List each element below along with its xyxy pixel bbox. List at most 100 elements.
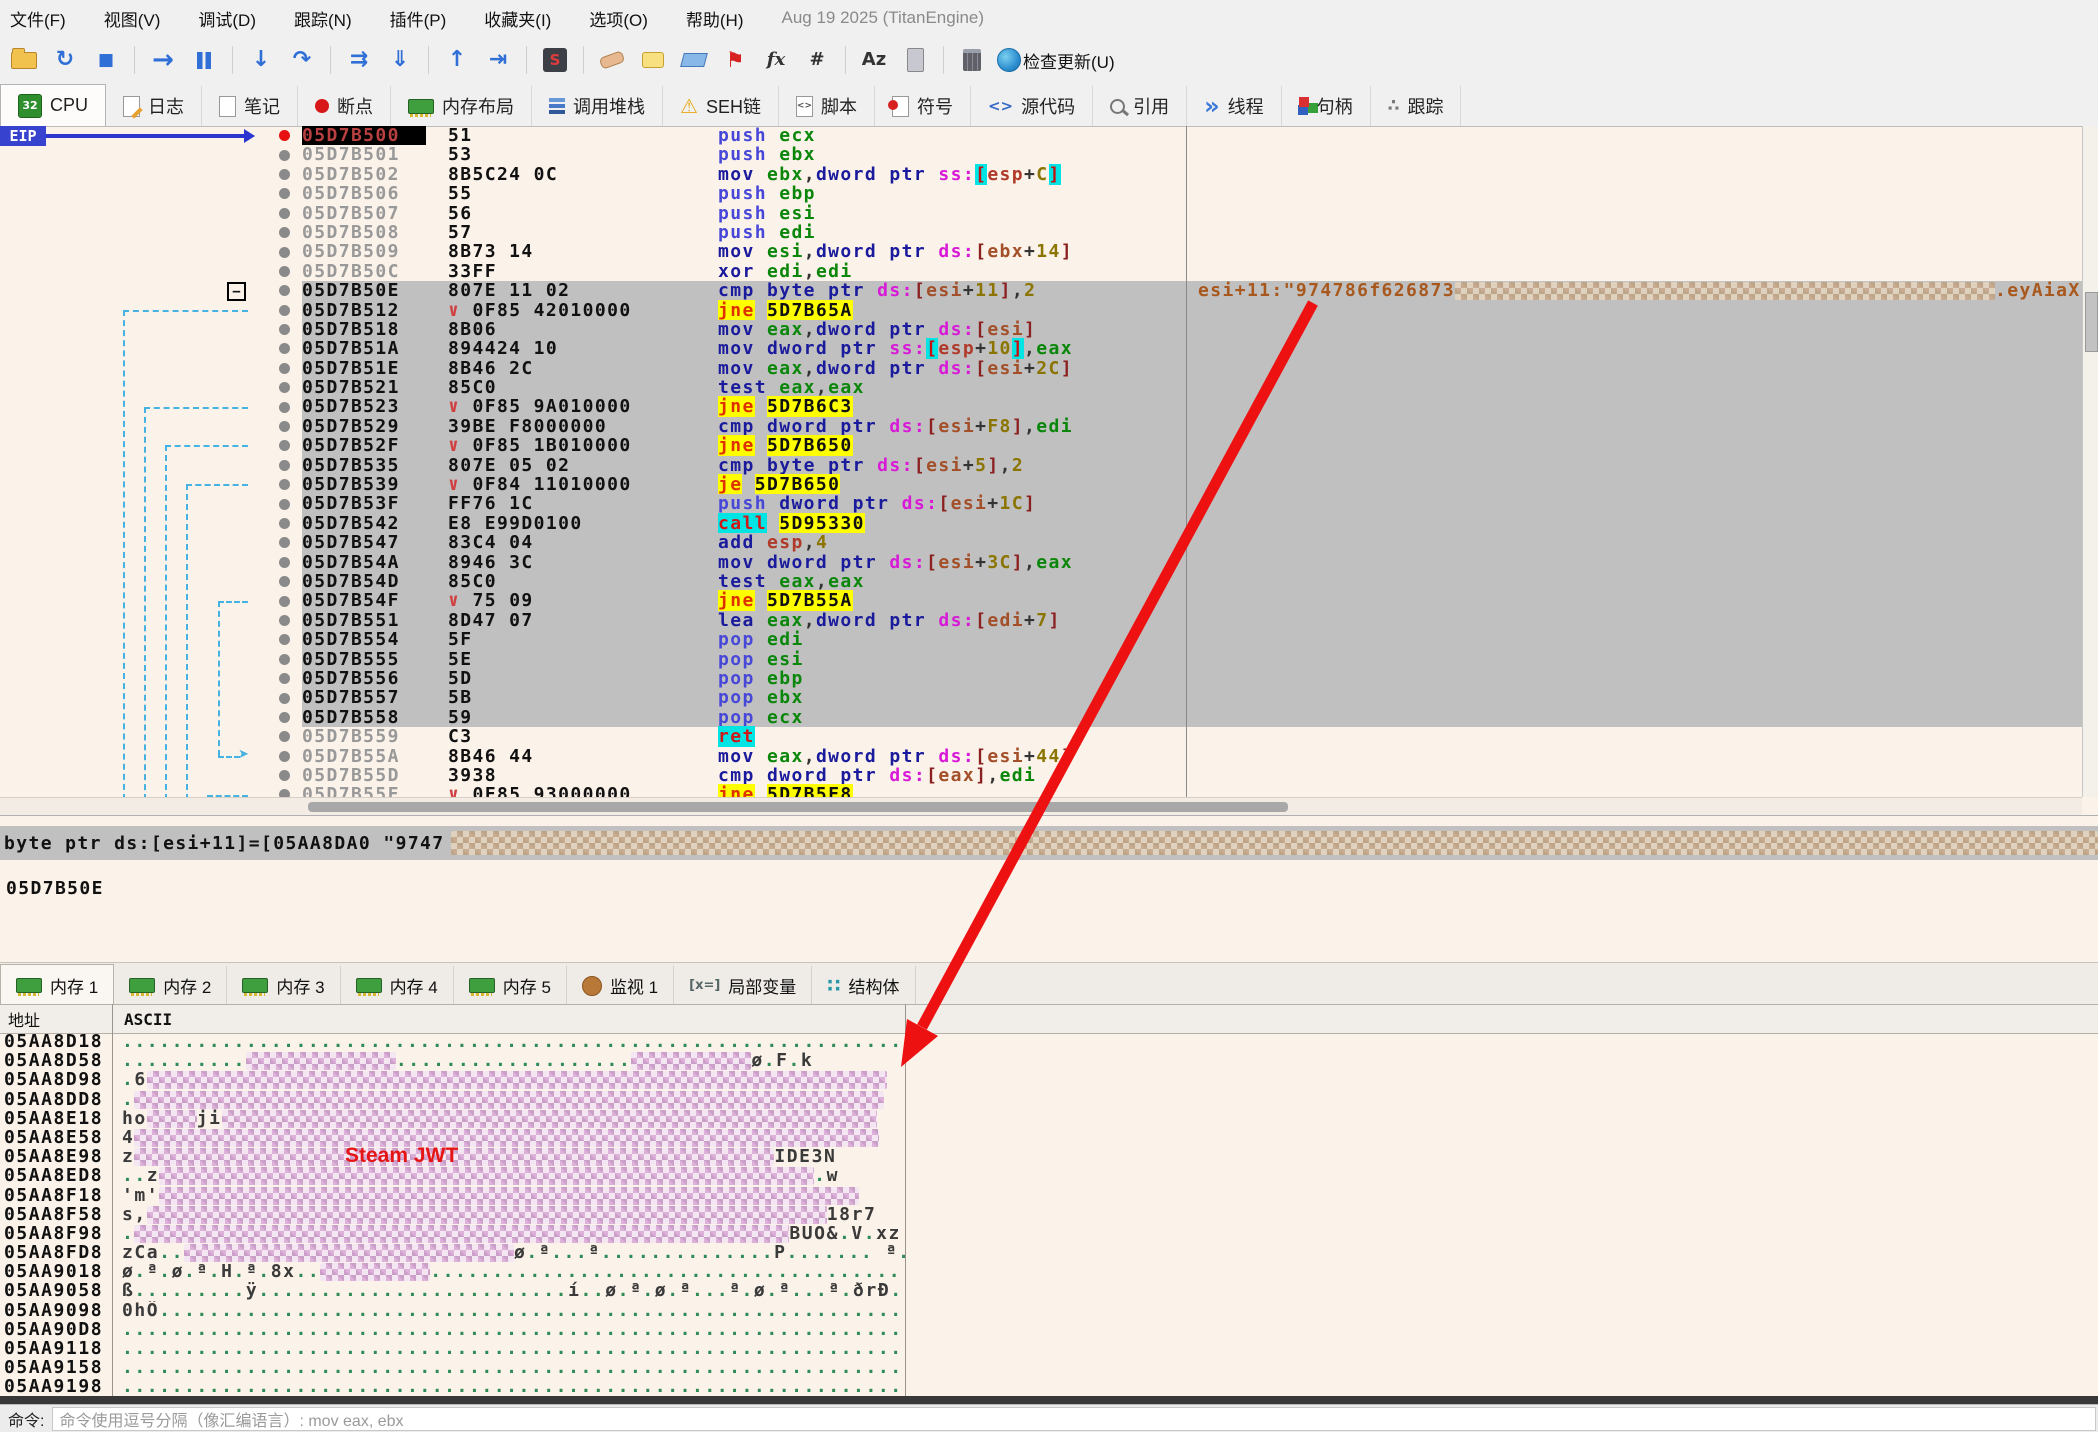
disasm-row[interactable]: 05D7B54A8946 3Cmov dword ptr ds:[esi+3C]… <box>0 553 2098 572</box>
menu-item-favourites[interactable]: 收藏夹(I) <box>484 6 551 31</box>
dump-row[interactable]: 05AA8D18................................… <box>0 1032 2098 1051</box>
disasm-row[interactable]: 05D7B535807E 05 02cmp byte ptr ds:[esi+5… <box>0 456 2098 475</box>
breakpoint-dot-icon[interactable] <box>279 634 290 645</box>
dock-tab-watch-1[interactable]: 监视 1 <box>567 966 674 1005</box>
tab-trace[interactable]: ∴跟踪 <box>1371 86 1462 126</box>
dock-tab-memory-1[interactable]: 内存 1 <box>0 964 114 1005</box>
memory-dump-view[interactable]: 05AA8D18................................… <box>0 1032 2098 1396</box>
bookmark-button[interactable]: ⚑ <box>719 43 751 77</box>
breakpoint-dot-icon[interactable] <box>279 731 290 742</box>
dump-row[interactable]: 05AA8ED8..z.w <box>0 1166 2098 1185</box>
dump-row[interactable]: 05AA90980hÔ.............................… <box>0 1301 2098 1320</box>
disasm-row[interactable]: 05D7B5555Epop esi <box>0 650 2098 669</box>
breakpoint-dot-icon[interactable] <box>279 188 290 199</box>
disasm-hscroll-thumb[interactable] <box>308 802 1288 812</box>
breakpoint-dot-icon[interactable] <box>279 693 290 704</box>
dump-row[interactable]: 05AA8D98.6 <box>0 1070 2098 1089</box>
disasm-horizontal-scrollbar[interactable] <box>0 797 2082 816</box>
menu-item-view[interactable]: 视图(V) <box>104 6 161 31</box>
command-input[interactable]: 命令使用逗号分隔（像汇编语言）: mov eax, ebx <box>52 1407 2096 1431</box>
breakpoint-dot-icon[interactable] <box>279 402 290 413</box>
open-file-button[interactable] <box>8 43 40 77</box>
breakpoint-dot-icon[interactable] <box>279 751 290 762</box>
breakpoint-dot-icon[interactable] <box>279 247 290 258</box>
breakpoint-dot-icon[interactable] <box>279 363 290 374</box>
disasm-row[interactable]: 05D7B54D85C0test eax,eax <box>0 572 2098 591</box>
hash-button[interactable]: # <box>801 43 833 77</box>
dump-bottom-scroll-strip[interactable] <box>0 1396 2098 1404</box>
disasm-row[interactable]: 05D7B52939BE F8000000cmp dword ptr ds:[e… <box>0 417 2098 436</box>
disasm-vscroll-thumb[interactable] <box>2085 292 2098 352</box>
tab-seh[interactable]: ⚠SEH链 <box>663 86 779 126</box>
menu-item-debug[interactable]: 调试(D) <box>198 6 256 31</box>
disasm-row[interactable]: 05D7B512∨ 0F85 42010000jne 5D7B65A <box>0 301 2098 320</box>
check-updates-button[interactable]: 检查更新(U) <box>997 43 1115 77</box>
disasm-row[interactable]: 05D7B539∨ 0F84 11010000je 5D7B650 <box>0 475 2098 494</box>
breakpoint-dot-icon[interactable] <box>279 712 290 723</box>
disasm-row[interactable]: 05D7B50857push edi <box>0 223 2098 242</box>
menu-item-file[interactable]: 文件(F) <box>10 6 66 31</box>
dump-row[interactable]: 05AA9118................................… <box>0 1339 2098 1358</box>
disasm-row[interactable]: 05D7B50655push ebp <box>0 184 2098 203</box>
breakpoint-dot-icon[interactable] <box>279 673 290 684</box>
disassembly-view[interactable]: 05D7B50051push ecx05D7B50153push ebx05D7… <box>0 126 2098 797</box>
dock-tab-locals[interactable]: [x=]局部变量 <box>674 966 812 1005</box>
dump-row[interactable]: 05AA8D58.............................ø.F… <box>0 1051 2098 1070</box>
tab-references[interactable]: 引用 <box>1093 86 1187 126</box>
dump-row[interactable]: 05AA8DD8. <box>0 1090 2098 1109</box>
breakpoint-dot-icon[interactable] <box>279 208 290 219</box>
dump-row[interactable]: 05AA8E584 <box>0 1128 2098 1147</box>
disasm-row[interactable]: 05D7B51A894424 10mov dword ptr ss:[esp+1… <box>0 339 2098 358</box>
disasm-row[interactable]: 05D7B52185C0test eax,eax <box>0 378 2098 397</box>
breakpoint-dot-icon[interactable] <box>279 343 290 354</box>
dump-row[interactable]: 05AA9198................................… <box>0 1377 2098 1396</box>
breakpoint-dot-icon[interactable] <box>279 169 290 180</box>
disasm-row[interactable]: 05D7B50153push ebx <box>0 145 2098 164</box>
tab-handles[interactable]: 句柄 <box>1282 86 1371 126</box>
step-out-button[interactable]: ⇓ <box>384 43 416 77</box>
dock-tab-memory-4[interactable]: 内存 4 <box>341 966 454 1005</box>
dock-tab-struct[interactable]: ∷结构体 <box>812 966 915 1005</box>
font-button[interactable]: Az <box>858 43 890 77</box>
dock-tab-memory-2[interactable]: 内存 2 <box>114 966 227 1005</box>
restart-button[interactable]: ↻ <box>49 43 81 77</box>
calculator-button[interactable] <box>956 43 988 77</box>
breakpoint-dot-icon[interactable] <box>279 382 290 393</box>
breakpoint-dot-icon[interactable] <box>279 596 290 607</box>
breakpoint-dot-icon[interactable] <box>279 305 290 316</box>
tab-memory-map[interactable]: 内存布局 <box>391 86 532 126</box>
disasm-row[interactable]: 05D7B559C3ret <box>0 727 2098 746</box>
collapse-block-button[interactable]: − <box>227 282 246 301</box>
tab-threads[interactable]: »线程 <box>1187 86 1282 126</box>
dump-row[interactable]: 05AA8FD8zCa..ø.ª...ª..............P.....… <box>0 1243 2098 1262</box>
scylla-button[interactable]: S <box>539 43 571 77</box>
disasm-row[interactable]: 05D7B54F∨ 75 09jne 5D7B55A <box>0 591 2098 610</box>
breakpoint-dot-icon[interactable] <box>279 537 290 548</box>
step-into-button[interactable]: ↓ <box>245 43 277 77</box>
tab-log[interactable]: 日志 <box>106 86 202 126</box>
disasm-row[interactable]: 05D7B55859pop ecx <box>0 708 2098 727</box>
label-button[interactable] <box>678 43 710 77</box>
dump-row[interactable]: 05AA8F58s,18r7 <box>0 1205 2098 1224</box>
disasm-row[interactable]: 05D7B54783C4 04add esp,4 <box>0 533 2098 552</box>
tab-notes[interactable]: 笔记 <box>202 86 298 126</box>
tab-cpu[interactable]: 32CPU <box>0 84 106 126</box>
breakpoint-dot-icon[interactable] <box>279 227 290 238</box>
disasm-row[interactable]: 05D7B50756push esi <box>0 204 2098 223</box>
breakpoint-dot-icon[interactable] <box>279 770 290 781</box>
breakpoint-dot-icon[interactable] <box>279 499 290 510</box>
menu-item-trace[interactable]: 跟踪(N) <box>294 6 352 31</box>
disasm-row[interactable]: 05D7B50C33FFxor edi,edi <box>0 262 2098 281</box>
dump-row[interactable]: 05AA9018ø.ª.ø.ª.H.ª.8x..................… <box>0 1262 2098 1281</box>
breakpoint-dot-icon[interactable] <box>279 460 290 471</box>
menu-item-help[interactable]: 帮助(H) <box>686 6 744 31</box>
disasm-row[interactable]: 05D7B52F∨ 0F85 1B010000jne 5D7B650 <box>0 436 2098 455</box>
breakpoint-dot-icon[interactable] <box>279 421 290 432</box>
breakpoint-dot-icon[interactable] <box>279 654 290 665</box>
disasm-row[interactable]: 05D7B50E807E 11 02cmp byte ptr ds:[esi+1… <box>0 281 2098 300</box>
disasm-row[interactable]: 05D7B5518D47 07lea eax,dword ptr ds:[edi… <box>0 611 2098 630</box>
dump-row[interactable]: 05AA8F18'm' <box>0 1186 2098 1205</box>
breakpoint-dot-icon[interactable] <box>279 615 290 626</box>
step-over-button[interactable]: ↷ <box>286 43 318 77</box>
disasm-row[interactable]: 05D7B55D3938cmp dword ptr ds:[eax],edi <box>0 766 2098 785</box>
